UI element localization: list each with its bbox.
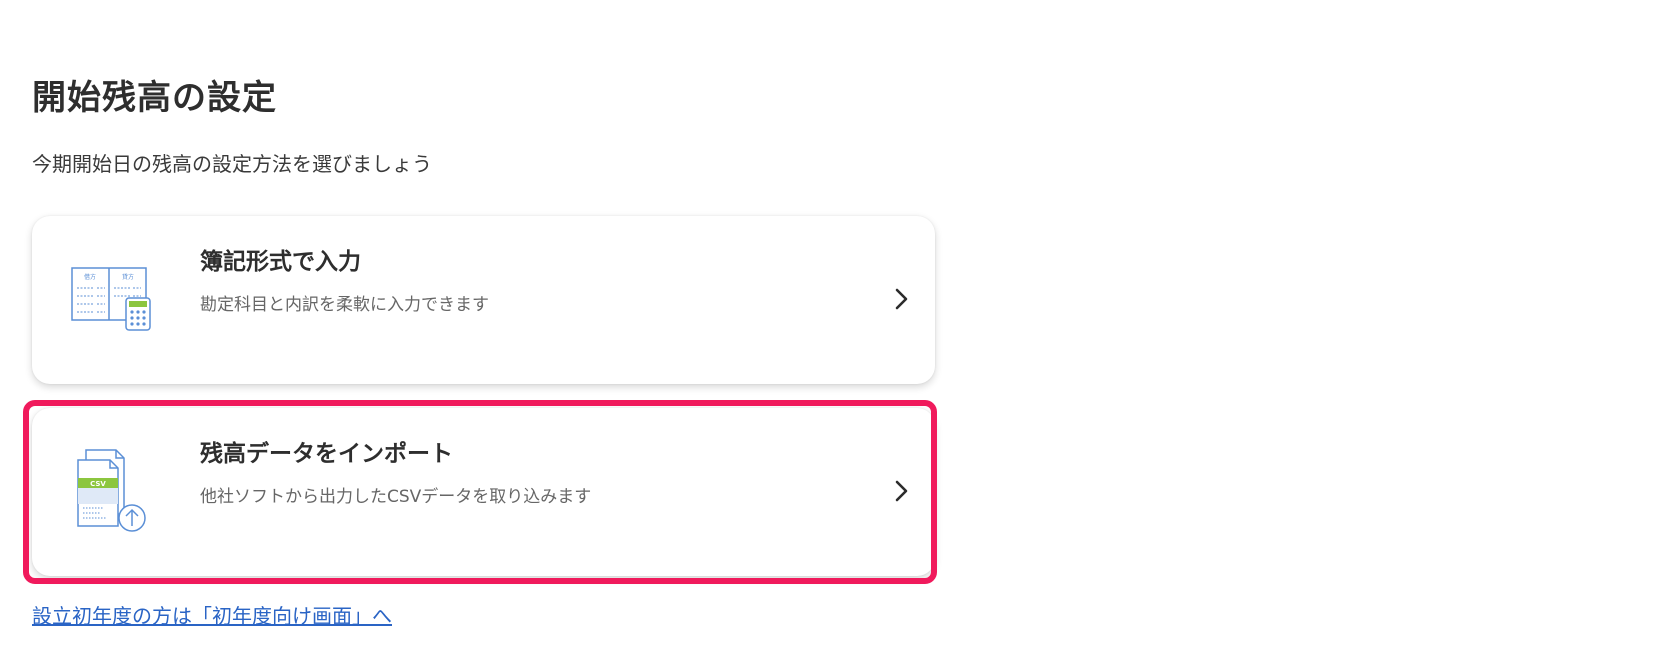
option-description: 他社ソフトから出力したCSVデータを取り込みます	[200, 487, 592, 507]
chevron-right-icon	[895, 480, 908, 502]
option-description: 勘定科目と内訳を柔軟に入力できます	[200, 295, 489, 315]
opening-balance-page: 開始残高の設定 今期開始日の残高の設定方法を選びましょう 借方 貸方 簿記形式で…	[0, 0, 1675, 662]
chevron-right-icon	[895, 288, 908, 310]
csv-label: CSV	[90, 480, 106, 488]
credit-label: 貸方	[122, 273, 134, 281]
page-title: 開始残高の設定	[32, 78, 277, 118]
option-card-import[interactable]: CSV 残高データをインポート 他社ソフトから出力したCSVデータを取り込みます	[32, 408, 935, 576]
debit-label: 借方	[84, 273, 96, 281]
first-year-screen-link[interactable]: 設立初年度の方は「初年度向け画面」へ	[32, 600, 392, 629]
option-title: 簿記形式で入力	[200, 249, 361, 275]
page-subtitle: 今期開始日の残高の設定方法を選びましょう	[32, 152, 432, 176]
ledger-calculator-icon: 借方 貸方	[70, 250, 170, 350]
option-card-bookkeeping[interactable]: 借方 貸方 簿記形式で入力 勘定科目と内訳を柔軟に入力できます	[32, 216, 935, 384]
option-title: 残高データをインポート	[200, 441, 453, 467]
csv-upload-icon: CSV	[70, 442, 170, 542]
